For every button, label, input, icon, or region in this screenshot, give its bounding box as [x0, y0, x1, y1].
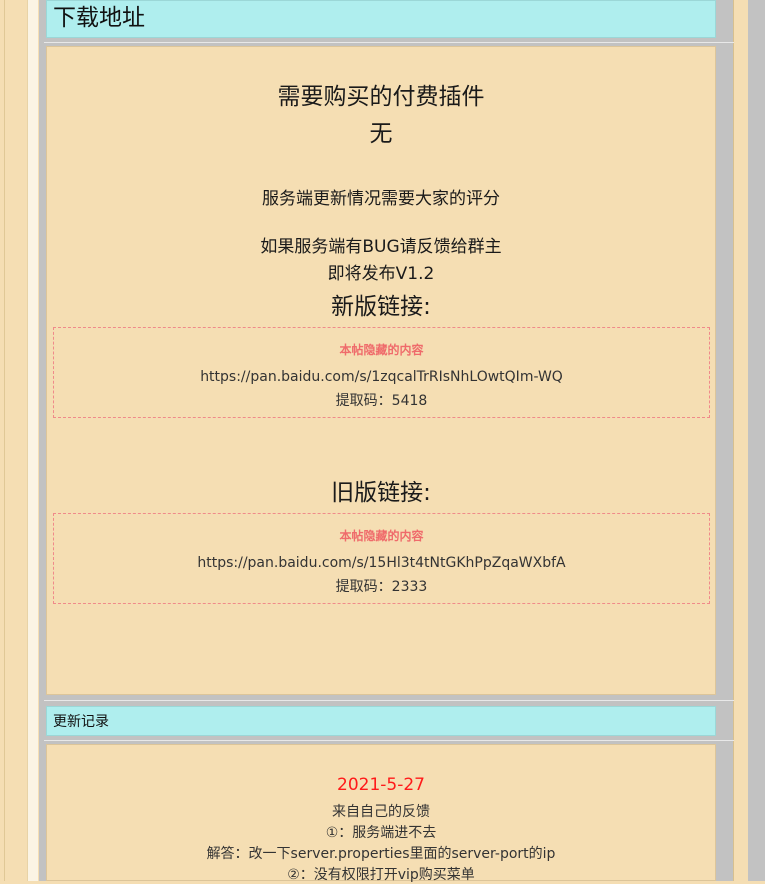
changelog-item-2: ②：没有权限打开vip购买菜单	[287, 867, 475, 883]
left-margin	[5, 0, 28, 881]
divider	[44, 42, 734, 43]
left-gutter	[28, 0, 38, 881]
changelog-section-header: 更新记录	[46, 706, 716, 736]
new-link-title: 新版链接:	[331, 294, 431, 320]
divider	[44, 740, 734, 741]
changelog-panel: 2021-5-27 来自自己的反馈 ①：服务端进不去 解答：改一下server.…	[46, 744, 716, 883]
divider	[44, 700, 734, 701]
changelog-source: 来自自己的反馈	[332, 804, 430, 820]
old-hidden-content-box: 本帖隐藏的内容 https://pan.baidu.com/s/15Hl3t4t…	[53, 513, 710, 604]
old-hidden-label: 本帖隐藏的内容	[339, 529, 424, 543]
download-section-header: 下载地址	[46, 0, 716, 38]
new-extract-code: 提取码：5418	[335, 393, 428, 409]
release-note: 即将发布V1.2	[327, 264, 435, 284]
right-margin	[733, 0, 748, 881]
old-link-title: 旧版链接:	[331, 480, 431, 506]
old-extract-code: 提取码：2333	[335, 579, 428, 595]
new-download-link[interactable]: https://pan.baidu.com/s/1zqcalTrRIsNhLOw…	[54, 369, 709, 385]
download-header-title: 下载地址	[53, 5, 145, 31]
download-panel: 需要购买的付费插件 无 服务端更新情况需要大家的评分 如果服务端有BUG请反馈给…	[46, 46, 716, 695]
scrollbar-track[interactable]	[748, 0, 765, 881]
old-download-link[interactable]: https://pan.baidu.com/s/15Hl3t4tNtGKhPpZ…	[54, 555, 709, 571]
bug-note: 如果服务端有BUG请反馈给群主	[260, 237, 502, 257]
changelog-answer-1: 解答：改一下server.properties里面的server-port的ip	[206, 846, 556, 862]
changelog-date: 2021-5-27	[337, 775, 425, 795]
paid-plugins-value: 无	[369, 121, 393, 147]
changelog-item-1: ①：服务端进不去	[325, 825, 437, 841]
new-hidden-label: 本帖隐藏的内容	[339, 343, 424, 357]
new-hidden-content-box: 本帖隐藏的内容 https://pan.baidu.com/s/1zqcalTr…	[53, 327, 710, 418]
changelog-header-title: 更新记录	[53, 714, 109, 730]
rating-note: 服务端更新情况需要大家的评分	[262, 189, 500, 209]
paid-plugins-title: 需要购买的付费插件	[277, 84, 485, 110]
